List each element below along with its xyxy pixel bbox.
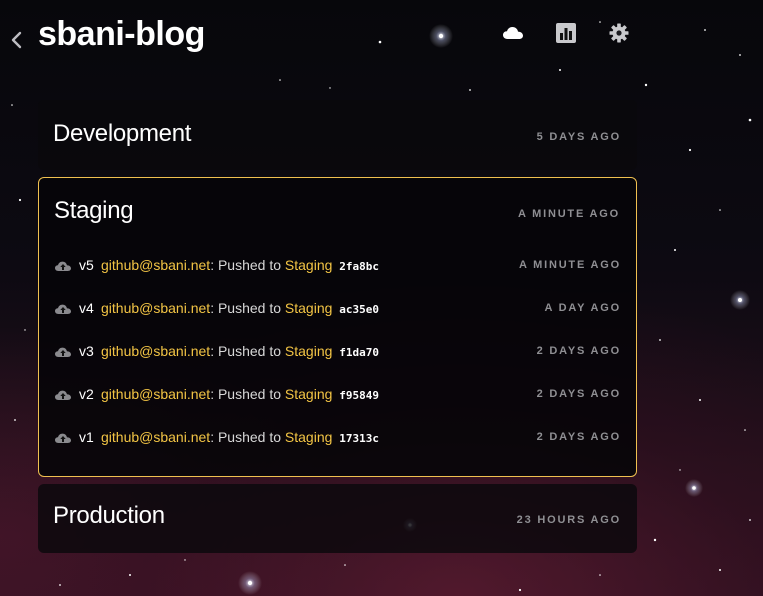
release-time: 2 DAYS AGO xyxy=(536,388,621,400)
bar-chart-icon[interactable] xyxy=(554,22,578,44)
cloud-icon[interactable] xyxy=(501,22,525,44)
release-action: : Pushed to xyxy=(210,343,285,359)
environment-updated-time: 23 HOURS AGO xyxy=(516,514,621,526)
environment-panel-production[interactable]: Production 23 HOURS AGO xyxy=(38,484,637,553)
release-user-link[interactable]: github@sbani.net xyxy=(101,257,210,273)
environment-name: Development xyxy=(53,120,192,147)
release-row-v4[interactable]: v4 github@sbani.net: Pushed to Staging a… xyxy=(54,297,621,319)
release-action: : Pushed to xyxy=(210,429,285,445)
release-action: : Pushed to xyxy=(210,386,285,402)
cloud-upload-icon xyxy=(55,433,71,443)
release-version: v3 xyxy=(79,343,94,359)
release-target-link[interactable]: Staging xyxy=(285,386,332,402)
release-user-link[interactable]: github@sbani.net xyxy=(101,429,210,445)
release-description: github@sbani.net: Pushed to Staging f1da… xyxy=(101,340,379,364)
release-description: github@sbani.net: Pushed to Staging 2fa8… xyxy=(101,254,379,278)
release-user-link[interactable]: github@sbani.net xyxy=(101,343,210,359)
release-description: github@sbani.net: Pushed to Staging f958… xyxy=(101,383,379,407)
release-commit-sha[interactable]: f95849 xyxy=(339,389,379,402)
environment-name: Production xyxy=(53,502,165,529)
release-action: : Pushed to xyxy=(210,257,285,273)
release-target-link[interactable]: Staging xyxy=(285,429,332,445)
release-commit-sha[interactable]: ac35e0 xyxy=(339,303,379,316)
app-title: sbani-blog xyxy=(38,15,205,53)
release-time: 2 DAYS AGO xyxy=(536,345,621,357)
release-action: : Pushed to xyxy=(210,300,285,316)
release-target-link[interactable]: Staging xyxy=(285,343,332,359)
release-commit-sha[interactable]: 2fa8bc xyxy=(339,260,379,273)
release-target-link[interactable]: Staging xyxy=(285,257,332,273)
back-chevron-icon[interactable] xyxy=(8,29,26,51)
release-row-v3[interactable]: v3 github@sbani.net: Pushed to Staging f… xyxy=(54,340,621,362)
cloud-upload-icon xyxy=(55,304,71,314)
release-time: A DAY AGO xyxy=(544,302,621,314)
release-version: v1 xyxy=(79,429,94,445)
release-row-v1[interactable]: v1 github@sbani.net: Pushed to Staging 1… xyxy=(54,426,621,448)
release-version: v4 xyxy=(79,300,94,316)
release-description: github@sbani.net: Pushed to Staging 1731… xyxy=(101,426,379,450)
cloud-upload-icon xyxy=(55,261,71,271)
release-commit-sha[interactable]: 17313c xyxy=(339,432,379,445)
release-target-link[interactable]: Staging xyxy=(285,300,332,316)
release-row-v2[interactable]: v2 github@sbani.net: Pushed to Staging f… xyxy=(54,383,621,405)
release-time: A MINUTE AGO xyxy=(518,259,621,271)
cloud-upload-icon xyxy=(55,347,71,357)
release-version: v5 xyxy=(79,257,94,273)
app-header: sbani-blog xyxy=(0,0,763,70)
release-row-v5[interactable]: v5 github@sbani.net: Pushed to Staging 2… xyxy=(54,254,621,276)
release-user-link[interactable]: github@sbani.net xyxy=(101,386,210,402)
environment-updated-time: A MINUTE AGO xyxy=(517,208,620,220)
environment-panel-development[interactable]: Development 5 DAYS AGO xyxy=(38,100,637,170)
release-description: github@sbani.net: Pushed to Staging ac35… xyxy=(101,297,379,321)
environment-name: Staging xyxy=(54,197,134,224)
environment-panel-staging[interactable]: Staging A MINUTE AGO v5 github@sbani.net… xyxy=(38,177,637,477)
cloud-upload-icon xyxy=(55,390,71,400)
release-commit-sha[interactable]: f1da70 xyxy=(339,346,379,359)
gear-icon[interactable] xyxy=(607,22,631,44)
release-time: 2 DAYS AGO xyxy=(536,431,621,443)
environment-updated-time: 5 DAYS AGO xyxy=(536,131,621,143)
release-version: v2 xyxy=(79,386,94,402)
release-user-link[interactable]: github@sbani.net xyxy=(101,300,210,316)
